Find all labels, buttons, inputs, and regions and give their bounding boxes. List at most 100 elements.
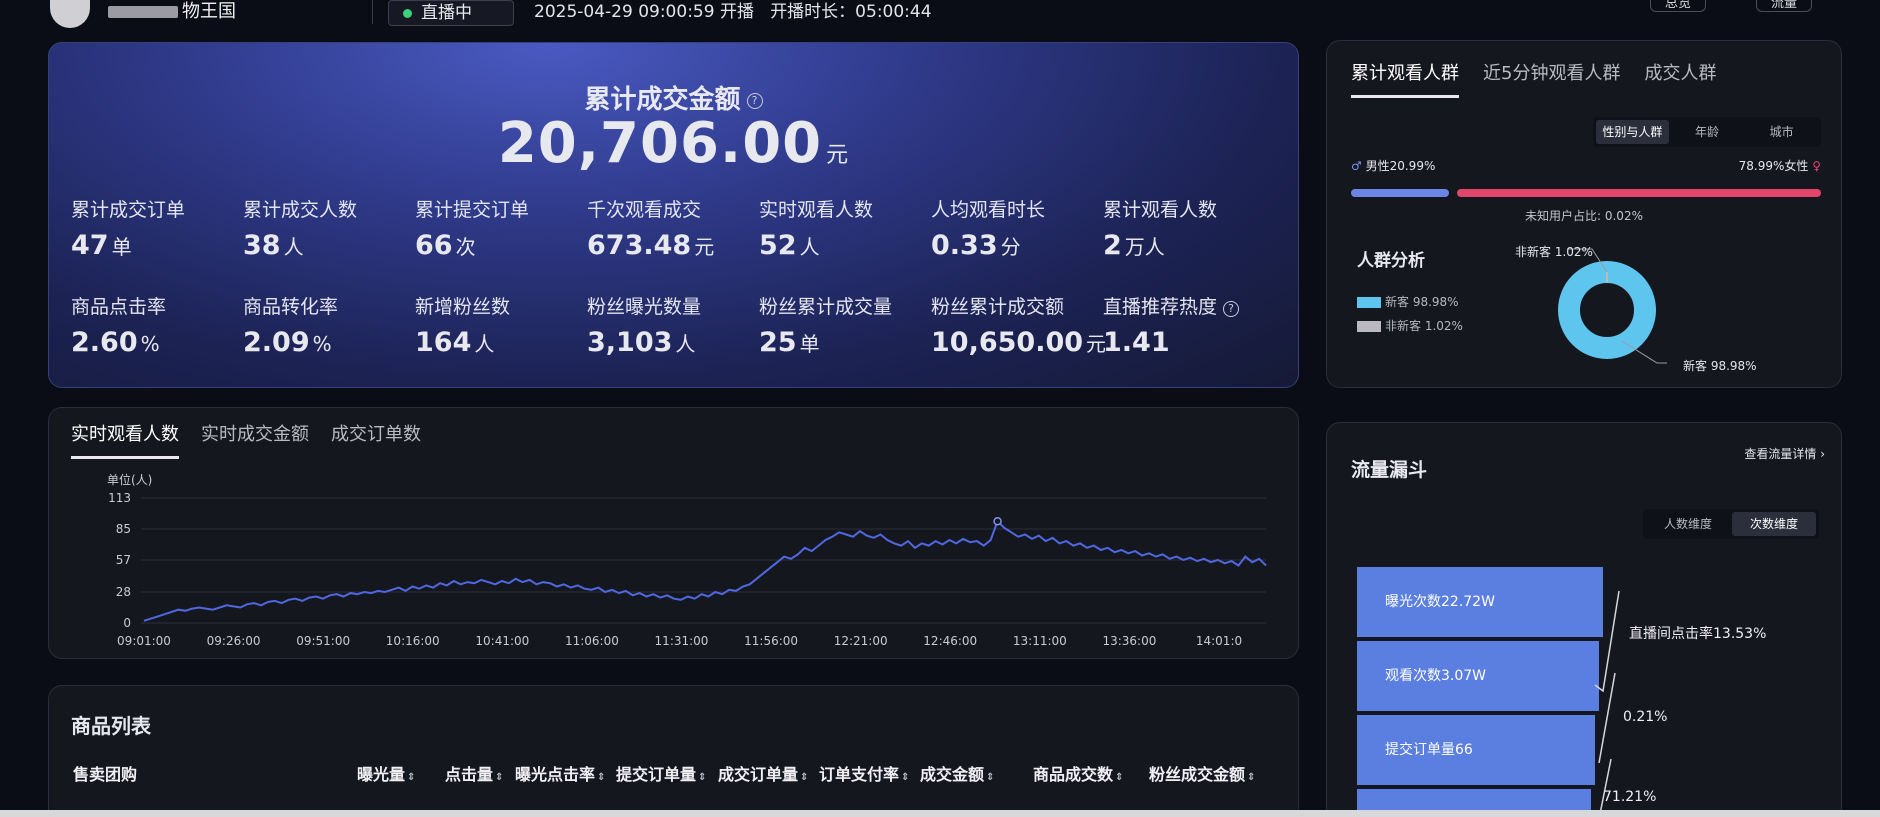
sort-icon[interactable]: ⇕: [800, 772, 808, 783]
column-header: 售卖团购: [73, 761, 137, 785]
chart-tab-2[interactable]: 成交订单数: [331, 420, 421, 459]
metric-value-number: 25: [759, 327, 797, 358]
sort-icon[interactable]: ⇕: [407, 772, 415, 783]
sort-icon[interactable]: ⇕: [597, 772, 605, 783]
avatar[interactable]: [50, 0, 90, 28]
metric-value-unit: 人: [675, 332, 696, 356]
y-axis-label: 单位(人): [107, 472, 152, 487]
funnel-rate-2: 0.21%: [1623, 709, 1668, 725]
sort-icon[interactable]: ⇕: [901, 772, 909, 783]
audience-card: 累计观看人群 近5分钟观看人群 成交人群 性别与人群 年龄 城市 ♂ 男性20.99% …: [1326, 40, 1842, 388]
metric-label: 累计观看人数: [1103, 199, 1218, 221]
help-icon[interactable]: ?: [1223, 300, 1240, 317]
column-header-label: 曝光点击率: [515, 765, 596, 784]
column-header-label: 成交订单量: [718, 765, 799, 784]
column-header-label: 提交订单量: [616, 765, 697, 784]
column-header[interactable]: 曝光量 ⇕: [357, 761, 415, 785]
metric-value-unit: 人: [799, 235, 820, 259]
help-icon[interactable]: ?: [746, 92, 763, 109]
sort-icon[interactable]: ⇕: [495, 772, 503, 783]
metric-item: 累计成交订单 47 单: [71, 195, 241, 261]
y-tick-label: 0: [123, 616, 131, 630]
metric-label: 粉丝累计成交量: [759, 296, 893, 318]
metric-label: 累计成交订单: [71, 199, 186, 221]
metric-value-unit: 次: [455, 235, 476, 259]
column-header-label: 售卖团购: [73, 765, 138, 784]
sort-icon[interactable]: ⇕: [1247, 772, 1255, 783]
series-line: [143, 519, 1267, 622]
x-tick-label: 09:01:00: [117, 634, 171, 648]
metric-value-unit: 单: [799, 332, 820, 356]
metric-item: 粉丝累计成交额 10,650.00 元: [931, 292, 1106, 358]
metric-item: 粉丝曝光数量 3,103 人: [587, 292, 757, 358]
column-header[interactable]: 订单支付率 ⇕: [819, 761, 909, 785]
metric-value: 47 单: [71, 230, 241, 261]
metric-value: 38 人: [243, 230, 413, 261]
column-header[interactable]: 曝光点击率 ⇕: [515, 761, 605, 785]
y-tick-label: 57: [116, 553, 131, 567]
donut-label-old: 非新客 1.02%: [1515, 245, 1593, 259]
metric-value-unit: 人: [474, 332, 495, 356]
column-header[interactable]: 提交订单量 ⇕: [616, 761, 706, 785]
x-tick-label: 12:21:00: [834, 634, 888, 648]
metric-value-number: 2.09: [243, 327, 310, 358]
line-chart: 单位(人) 0 28 57 85 113 09:01:00 09:26:00 09:51:00 1…: [107, 472, 1267, 648]
product-list-card: 商品列表 售卖团购 曝光量 ⇕ 点击量 ⇕ 曝光点击率 ⇕ 提交订单量 ⇕ 成交订单量 ⇕ 订单支付率…: [48, 685, 1299, 817]
peak-point[interactable]: [993, 516, 1002, 526]
x-tick-label: 13:11:00: [1013, 634, 1067, 648]
total-amount-unit: 元: [826, 143, 850, 168]
column-header[interactable]: 商品成交数 ⇕: [1033, 761, 1123, 785]
metric-value: 10,650.00 元: [931, 327, 1106, 358]
sort-icon[interactable]: ⇕: [986, 772, 994, 783]
metric-value-number: 673.48: [587, 230, 692, 261]
y-tick-label: 85: [116, 522, 131, 536]
connector-3: [1598, 758, 1612, 817]
y-tick-label: 113: [108, 491, 131, 505]
traffic-button[interactable]: 流量: [1756, 0, 1813, 12]
column-header[interactable]: 成交金额 ⇕: [920, 761, 994, 785]
metric-value-number: 10,650.00: [931, 327, 1084, 358]
metric-item: 千次观看成交 673.48 元: [587, 195, 757, 261]
column-header[interactable]: 粉丝成交金额 ⇕: [1149, 761, 1255, 785]
chart-tabs: 实时观看人数 实时成交金额 成交订单数: [71, 420, 421, 459]
metric-value: 66 次: [415, 230, 585, 261]
metric-value-unit: 元: [694, 235, 715, 259]
sort-icon[interactable]: ⇕: [698, 772, 706, 783]
donut-slice-new: [1558, 261, 1656, 359]
column-header[interactable]: 点击量 ⇕: [445, 761, 503, 785]
overview-button[interactable]: 总览: [1650, 0, 1707, 12]
start-info: 2025-04-29 09:00:59 开播 开播时长：05:00:44: [534, 0, 932, 24]
metric-item: 实时观看人数 52 人: [759, 195, 929, 261]
metric-value-unit: %: [140, 332, 160, 356]
column-header[interactable]: 成交订单量 ⇕: [718, 761, 808, 785]
top-bar: 物王国 直播中 2025-04-29 09:00:59 开播 开播时长：05:0…: [0, 0, 1880, 28]
metric-label: 累计提交订单: [415, 199, 530, 221]
metric-label: 千次观看成交: [587, 199, 702, 221]
x-tick-label: 11:06:00: [565, 634, 619, 648]
blurred-name: [108, 6, 178, 18]
metric-item: 累计提交订单 66 次: [415, 195, 585, 261]
x-tick-label: 14:01:0: [1196, 634, 1242, 648]
metric-value-number: 47: [71, 230, 109, 261]
metric-item: 人均观看时长 0.33 分: [931, 195, 1101, 261]
x-tick-label: 09:51:00: [296, 634, 350, 648]
shop-name-text: 物王国: [182, 1, 236, 22]
column-header-label: 订单支付率: [819, 765, 900, 784]
sort-icon[interactable]: ⇕: [1115, 772, 1123, 783]
chart-tab-0[interactable]: 实时观看人数: [71, 420, 179, 459]
chart-tab-1[interactable]: 实时成交金额: [201, 420, 309, 459]
column-header-label: 粉丝成交金额: [1149, 765, 1246, 784]
metric-value: 673.48 元: [587, 230, 757, 261]
metric-item: 直播推荐热度? 1.41: [1103, 292, 1273, 358]
column-header-label: 商品成交数: [1033, 765, 1114, 784]
metric-value-number: 2: [1103, 230, 1122, 261]
connector-1: [1594, 590, 1620, 693]
x-tick-label: 11:56:00: [744, 634, 798, 648]
metric-value: 1.41: [1103, 327, 1273, 358]
metric-value-number: 164: [415, 327, 472, 358]
metric-value: 2.60%: [71, 327, 241, 358]
column-header-label: 点击量: [445, 765, 494, 784]
x-tick-label: 09:26:00: [207, 634, 261, 648]
metric-value: 52 人: [759, 230, 929, 261]
start-time: 2025-04-29 09:00:59 开播: [534, 2, 754, 22]
